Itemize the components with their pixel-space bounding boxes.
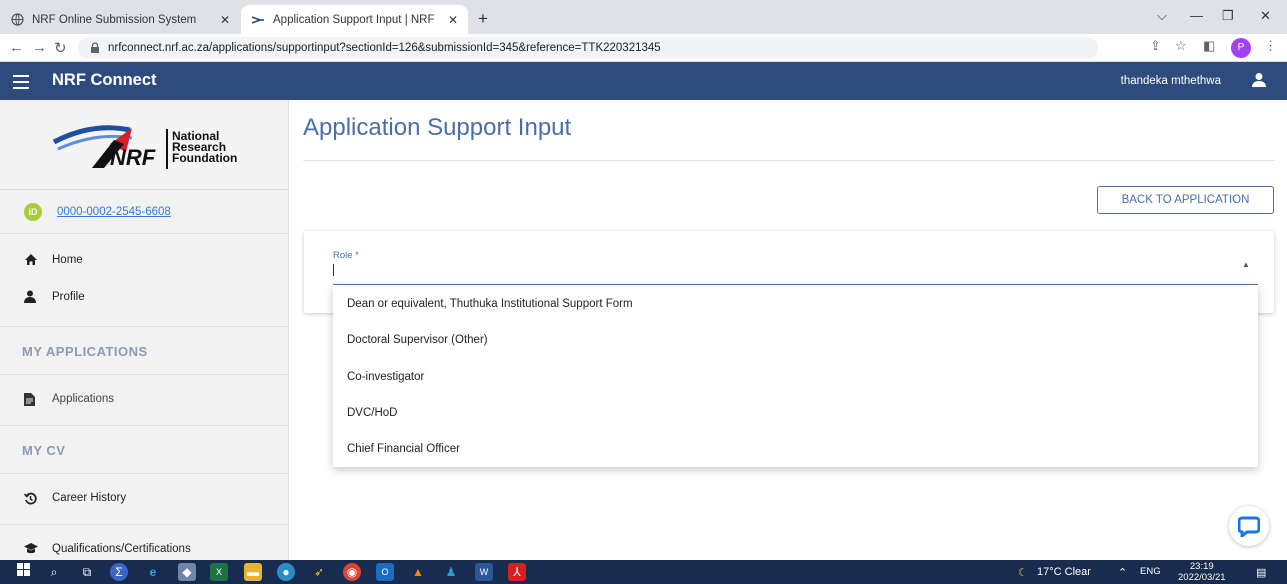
- sidebar-item-profile[interactable]: Profile: [0, 279, 288, 316]
- page-title: Application Support Input: [303, 114, 572, 141]
- close-tab-icon[interactable]: ✕: [448, 13, 458, 27]
- document-icon: [24, 393, 35, 409]
- back-to-application-button[interactable]: BACK TO APPLICATION: [1097, 186, 1274, 214]
- orcid-icon: iD: [24, 203, 42, 221]
- minimize-icon[interactable]: —: [1190, 8, 1203, 23]
- browser-tab-support-input[interactable]: Application Support Input | NRF ✕: [241, 5, 468, 34]
- role-select[interactable]: [333, 262, 1258, 284]
- forward-arrow-icon[interactable]: →: [32, 39, 47, 56]
- weather-moon-icon: ☾: [1018, 567, 1028, 579]
- app-title: NRF Connect: [52, 71, 157, 89]
- close-window-icon[interactable]: ✕: [1260, 8, 1271, 24]
- url-bar[interactable]: nrfconnect.nrf.ac.za/applications/suppor…: [78, 37, 1098, 59]
- title-divider: [303, 160, 1275, 161]
- windows-start-icon[interactable]: [14, 563, 32, 581]
- sidebar-item-label: Applications: [52, 393, 115, 405]
- globe-icon: [10, 13, 24, 27]
- tab-list-icon[interactable]: ⌵: [1157, 8, 1167, 24]
- orcid-link[interactable]: 0000-0002-2545-6608: [57, 206, 171, 218]
- nrf-favicon: [251, 13, 265, 27]
- app-header: NRF Connect thandeka mthethwa: [0, 62, 1287, 100]
- sidebar-item-label: Profile: [52, 291, 85, 303]
- new-tab-button[interactable]: +: [478, 9, 488, 29]
- language-indicator[interactable]: ENG: [1140, 566, 1161, 577]
- sidebar-item-home[interactable]: Home: [0, 242, 288, 279]
- back-arrow-icon[interactable]: ←: [9, 39, 24, 56]
- side-panel-icon[interactable]: ◧: [1203, 38, 1215, 54]
- logo-divider: [166, 129, 168, 169]
- role-option[interactable]: Doctoral Supervisor (Other): [347, 334, 488, 346]
- app-icon[interactable]: ◆: [178, 563, 196, 581]
- role-option[interactable]: DVC/HoD: [347, 407, 397, 419]
- history-icon: [23, 492, 37, 508]
- app-arrow-icon[interactable]: ➶: [310, 563, 328, 581]
- search-icon[interactable]: ⌕: [45, 563, 63, 581]
- os-taskbar: ⌕ ⧉ Σ e ◆ X ▬ ● ➶ ◉ O ▲ ♟ W ⅄ ☾ 17°C Cle…: [0, 560, 1287, 584]
- sidebar-item-label: Home: [52, 254, 83, 266]
- restore-icon[interactable]: ❐: [1222, 8, 1234, 24]
- orcid-row: iD 0000-0002-2545-6608: [0, 190, 288, 234]
- url-text: nrfconnect.nrf.ac.za/applications/suppor…: [108, 42, 661, 54]
- app-globe-icon[interactable]: ●: [277, 563, 295, 581]
- role-field-label: Role *: [333, 250, 359, 261]
- sidebar-item-applications[interactable]: Applications: [0, 375, 288, 425]
- logo-text: National Research Foundation: [172, 129, 238, 165]
- user-name[interactable]: thandeka mthethwa: [1121, 75, 1221, 87]
- browser-tab-nrf-online[interactable]: NRF Online Submission System ✕: [0, 5, 240, 34]
- notification-icon[interactable]: ▤: [1256, 566, 1266, 579]
- chrome-icon[interactable]: ◉: [343, 563, 361, 581]
- role-option[interactable]: Chief Financial Officer: [347, 443, 460, 455]
- task-view-icon[interactable]: ⧉: [78, 563, 96, 581]
- hamburger-menu-icon[interactable]: [13, 71, 29, 91]
- browser-tab-bar: NRF Online Submission System ✕ Applicati…: [0, 0, 1287, 34]
- dropdown-arrow-up-icon[interactable]: ▲: [1242, 260, 1250, 269]
- address-toolbar: ← → ↻ nrfconnect.nrf.ac.za/applications/…: [0, 34, 1287, 62]
- sidebar-item-label: Career History: [52, 492, 127, 504]
- graduation-cap-icon: [24, 543, 38, 558]
- section-heading-my-applications: MY APPLICATIONS: [0, 326, 288, 375]
- text-cursor: [333, 264, 334, 276]
- nrf-logo: NRF National Research Foundation: [0, 100, 288, 190]
- browser-tab-title: NRF Online Submission System: [32, 13, 197, 26]
- word-icon[interactable]: W: [475, 563, 493, 581]
- more-menu-icon[interactable]: ⋮: [1264, 38, 1277, 54]
- lock-icon: [90, 37, 100, 63]
- home-icon: [24, 253, 38, 267]
- edge-browser-icon[interactable]: e: [144, 563, 162, 581]
- app-person-icon[interactable]: ♟: [442, 563, 460, 581]
- share-icon[interactable]: ⇪: [1150, 38, 1161, 54]
- outlook-icon[interactable]: O: [376, 563, 394, 581]
- browser-tab-title: Application Support Input | NRF: [273, 13, 435, 26]
- app-sigma-icon[interactable]: Σ: [110, 563, 128, 581]
- reload-icon[interactable]: ↻: [54, 39, 67, 57]
- acrobat-icon[interactable]: ⅄: [508, 563, 526, 581]
- sidebar: NRF National Research Foundation iD 0000…: [0, 100, 289, 560]
- user-icon: [24, 290, 38, 304]
- bookmark-star-icon[interactable]: ☆: [1175, 38, 1187, 54]
- system-tray-chevron-icon[interactable]: ⌃: [1118, 566, 1127, 579]
- sidebar-item-career-history[interactable]: Career History: [0, 474, 288, 524]
- excel-icon[interactable]: X: [210, 563, 228, 581]
- sidebar-item-qualifications[interactable]: Qualifications/Certifications: [0, 524, 288, 560]
- close-tab-icon[interactable]: ✕: [220, 13, 230, 27]
- chat-widget-button[interactable]: [1229, 506, 1269, 546]
- user-account-icon[interactable]: [1251, 72, 1267, 90]
- section-heading-my-cv: MY CV: [0, 425, 288, 474]
- role-option[interactable]: Dean or equivalent, Thuthuka Institution…: [347, 298, 633, 310]
- file-explorer-icon[interactable]: ▬: [244, 563, 262, 581]
- weather-text[interactable]: 17°C Clear: [1037, 566, 1091, 578]
- logo-mark-text: NRF: [110, 145, 156, 170]
- taskbar-clock[interactable]: 23:19 2022/03/21: [1178, 561, 1226, 583]
- role-options-menu: Dean or equivalent, Thuthuka Institution…: [333, 285, 1258, 467]
- vlc-icon[interactable]: ▲: [409, 563, 427, 581]
- role-option[interactable]: Co-investigator: [347, 371, 424, 383]
- sidebar-item-label: Qualifications/Certifications: [52, 543, 191, 555]
- browser-profile-avatar[interactable]: P: [1231, 38, 1251, 58]
